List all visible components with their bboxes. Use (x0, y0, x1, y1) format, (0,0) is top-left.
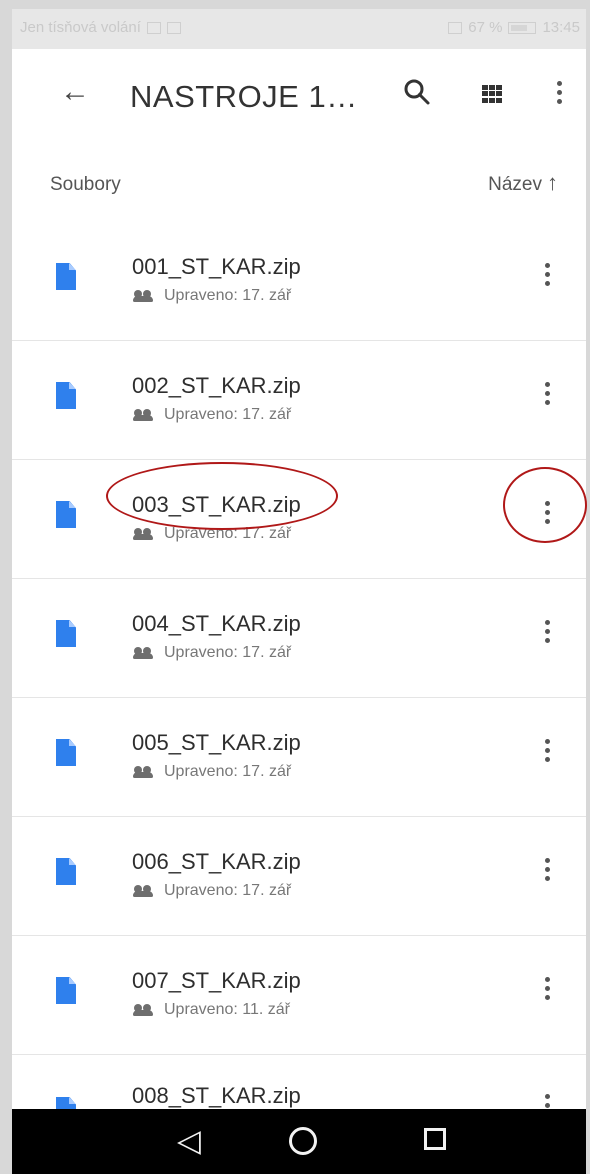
nav-recents-button[interactable] (424, 1128, 446, 1150)
sort-by-name-button[interactable]: Název (488, 174, 542, 196)
file-name: 004_ST_KAR.zip (132, 611, 301, 636)
file-icon (56, 858, 76, 885)
android-nav-bar: ◁ (12, 1109, 586, 1174)
file-meta: Upraveno: 17. zář (132, 882, 291, 900)
wifi-icon (448, 21, 463, 34)
annotation-circle (503, 467, 587, 543)
notification-icon (166, 21, 181, 34)
battery-percent: 67 % (468, 19, 503, 36)
file-name: 005_ST_KAR.zip (132, 730, 301, 755)
file-modified-text: Upraveno: 17. zář (164, 763, 292, 780)
battery-icon (508, 21, 537, 34)
file-more-button[interactable] (542, 620, 552, 650)
file-name: 006_ST_KAR.zip (132, 849, 301, 874)
page-title: NASTROJE 1… (130, 79, 358, 114)
file-more-button[interactable] (542, 382, 552, 412)
file-icon (56, 501, 76, 528)
file-row-6[interactable]: 006_ST_KAR.zip Upraveno: 17. zář (12, 817, 586, 936)
more-vert-icon[interactable] (554, 81, 564, 111)
file-row-4[interactable]: 004_ST_KAR.zip Upraveno: 17. zář (12, 579, 586, 698)
shared-people-icon (132, 647, 154, 659)
left-frame (0, 0, 12, 1174)
file-meta: Upraveno: 11. zář (132, 1001, 290, 1019)
file-meta: Upraveno: 17. zář (132, 406, 291, 424)
file-icon (56, 620, 76, 647)
files-section-label: Soubory (50, 174, 121, 195)
file-row-1[interactable]: 001_ST_KAR.zip Upraveno: 17. zář (12, 222, 586, 341)
right-frame (586, 0, 590, 1174)
status-time: 13:45 (542, 19, 580, 36)
file-name: 008_ST_KAR.zip (132, 1083, 301, 1108)
files-header: Soubory Název ↑ (12, 144, 586, 223)
annotation-ellipse (106, 462, 338, 530)
file-name: 001_ST_KAR.zip (132, 254, 301, 279)
file-modified-text: Upraveno: 17. zář (164, 644, 292, 661)
back-button[interactable]: ← (60, 75, 90, 109)
shared-people-icon (132, 409, 154, 421)
file-meta: Upraveno: 17. zář (132, 644, 291, 662)
top-frame (0, 0, 590, 9)
top-app-bar: ← NASTROJE 1… (12, 49, 586, 144)
shared-people-icon (132, 1004, 154, 1016)
file-row-8[interactable]: 008_ST_KAR.zip (12, 1055, 586, 1124)
file-more-button[interactable] (542, 977, 552, 1007)
file-name: 007_ST_KAR.zip (132, 968, 301, 993)
file-list: 001_ST_KAR.zip Upraveno: 17. zář 002_ST_… (12, 222, 586, 1124)
file-modified-text: Upraveno: 11. zář (164, 1001, 290, 1018)
status-indicator-icon (146, 21, 161, 34)
status-bar: Jen tísňová volání 67 % 13:45 (12, 9, 586, 49)
file-modified-text: Upraveno: 17. zář (164, 287, 292, 304)
shared-people-icon (132, 885, 154, 897)
file-icon (56, 739, 76, 766)
sort-arrow-up-icon[interactable]: ↑ (547, 170, 558, 196)
file-meta: Upraveno: 17. zář (132, 287, 291, 305)
shared-people-icon (132, 766, 154, 778)
grid-view-icon[interactable] (482, 85, 502, 103)
file-more-button[interactable] (542, 739, 552, 769)
search-icon (404, 79, 430, 105)
file-modified-text: Upraveno: 17. zář (164, 882, 292, 899)
shared-people-icon (132, 528, 154, 540)
nav-back-button[interactable]: ◁ (177, 1123, 201, 1159)
arrow-left-icon: ← (60, 75, 90, 108)
file-row-2[interactable]: 002_ST_KAR.zip Upraveno: 17. zář (12, 341, 586, 460)
file-row-7[interactable]: 007_ST_KAR.zip Upraveno: 11. zář (12, 936, 586, 1055)
file-row-5[interactable]: 005_ST_KAR.zip Upraveno: 17. zář (12, 698, 586, 817)
file-icon (56, 263, 76, 290)
file-meta: Upraveno: 17. zář (132, 763, 291, 781)
search-button[interactable] (400, 75, 434, 109)
nav-home-button[interactable] (289, 1127, 317, 1155)
sort-label: Název (488, 174, 542, 195)
file-more-button[interactable] (542, 263, 552, 293)
shared-people-icon (132, 290, 154, 302)
status-text: Jen tísňová volání (20, 19, 141, 36)
file-name: 002_ST_KAR.zip (132, 373, 301, 398)
file-icon (56, 977, 76, 1004)
file-icon (56, 382, 76, 409)
file-modified-text: Upraveno: 17. zář (164, 406, 292, 423)
file-more-button[interactable] (542, 858, 552, 888)
